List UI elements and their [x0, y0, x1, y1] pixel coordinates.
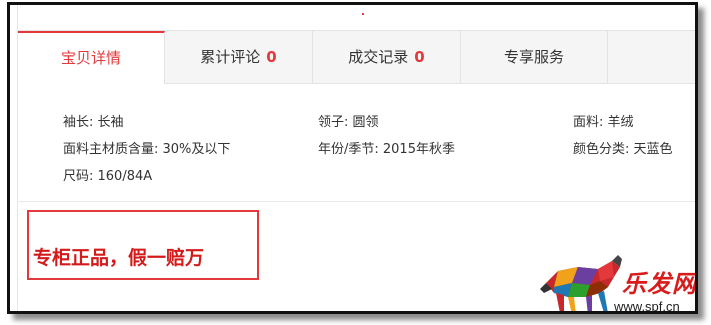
- review-count-badge: 0: [266, 48, 277, 66]
- watermark-url: www.spf.cn: [614, 299, 680, 314]
- section-divider: [18, 201, 695, 202]
- attr-fabric: 面料: 羊绒: [573, 115, 634, 130]
- attr-collar: 领子: 圆领: [318, 115, 379, 130]
- attr-material-content: 面料主材质含量: 30%及以下: [63, 142, 231, 157]
- transaction-count-badge: 0: [414, 48, 425, 66]
- promo-text: 专柜正品，假一赔万: [33, 247, 205, 269]
- tab-label: 宝贝详情: [60, 49, 121, 67]
- tab-label: 累计评论: [200, 48, 261, 66]
- attr-color: 颜色分类: 天蓝色: [573, 142, 673, 157]
- attr-year-season: 年份/季节: 2015年秋季: [318, 142, 455, 157]
- promo-banner: 专柜正品，假一赔万: [27, 210, 259, 280]
- attr-size: 尺码: 160/84A: [63, 169, 153, 184]
- product-detail-page: 宝贝详情 累计评论 0 成交记录 0 专享服务 袖长: 长袖 领子: 圆领 面料: …: [17, 5, 695, 311]
- tab-reviews[interactable]: 累计评论 0: [165, 31, 313, 83]
- tab-transaction-records[interactable]: 成交记录 0: [313, 31, 461, 83]
- tab-label: 成交记录: [348, 48, 409, 66]
- screenshot-frame: 宝贝详情 累计评论 0 成交记录 0 专享服务 袖长: 长袖 领子: 圆领 面料: …: [7, 2, 698, 314]
- tab-exclusive-service[interactable]: 专享服务: [461, 31, 608, 83]
- decorative-dot: [362, 13, 364, 15]
- attr-sleeve-length: 袖长: 长袖: [63, 115, 124, 130]
- tab-label: 专享服务: [503, 48, 564, 66]
- watermark: 乐发网 www.spf.cn: [538, 253, 697, 314]
- tab-bar: 宝贝详情 累计评论 0 成交记录 0 专享服务: [18, 30, 695, 84]
- watermark-logo-text: 乐发网: [622, 269, 697, 298]
- tab-product-details[interactable]: 宝贝详情: [18, 31, 165, 84]
